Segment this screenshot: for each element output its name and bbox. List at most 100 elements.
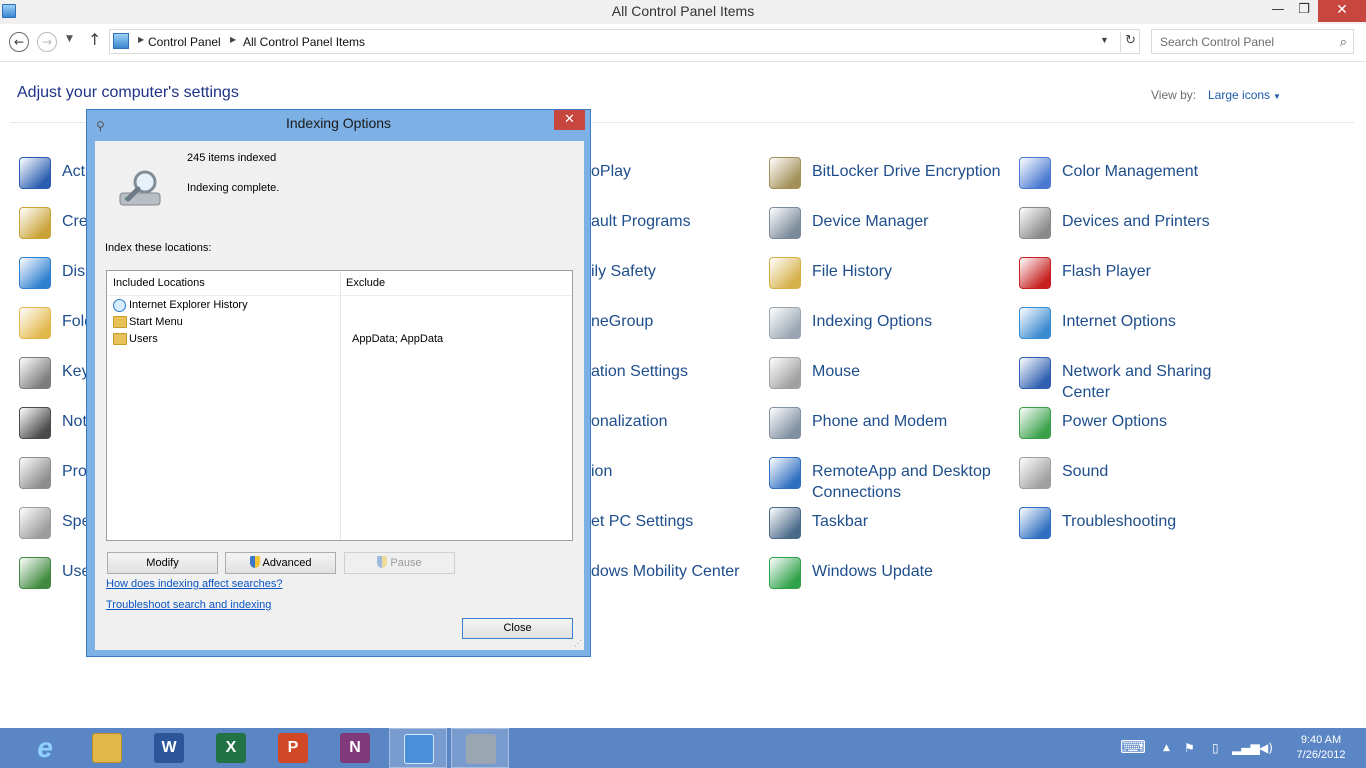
back-button[interactable]: ← (9, 32, 29, 52)
title-bar: All Control Panel Items — ❐ ✕ (0, 0, 1366, 24)
resize-grip[interactable]: ⋰ (574, 639, 582, 648)
volume-icon[interactable]: ◀) (1259, 728, 1273, 768)
folder-icon (92, 733, 122, 763)
taskbar-word[interactable]: W (140, 728, 198, 768)
control-panel-icon (404, 734, 434, 764)
folder-icon (113, 333, 127, 345)
breadcrumb-all-items[interactable]: All Control Panel Items (243, 35, 365, 49)
up-button[interactable]: ↑ (88, 30, 101, 49)
control-panel-icon (113, 33, 129, 49)
windows-update-icon (769, 557, 801, 589)
user-accounts-icon (19, 557, 51, 589)
indexing-status: Indexing complete. (187, 182, 280, 194)
taskbar-indexing-options[interactable] (451, 728, 509, 768)
keyboard-icon (19, 357, 51, 389)
troubleshoot-link[interactable]: Troubleshoot search and indexing (106, 599, 271, 611)
printer-icon (1019, 207, 1051, 239)
onenote-icon: N (340, 733, 370, 763)
refresh-button[interactable]: ↻ (1120, 32, 1140, 52)
credential-vault-icon (19, 207, 51, 239)
dialog-body: 245 items indexed Indexing complete. Ind… (95, 141, 584, 650)
navigation-bar: ← → ▼ ↑ ▶ Control Panel ▶ All Control Pa… (0, 24, 1366, 62)
address-bar[interactable]: ▶ Control Panel ▶ All Control Panel Item… (109, 29, 1140, 54)
taskbar-internet-explorer[interactable]: e (16, 728, 74, 768)
system-clock[interactable]: 9:40 AM 7/26/2012 (1282, 733, 1360, 763)
folder-options-icon (19, 307, 51, 339)
search-icon[interactable]: ⌕ (1340, 34, 1347, 50)
excel-icon: X (216, 733, 246, 763)
color-management-icon (1019, 157, 1051, 189)
internet-explorer-icon (113, 299, 126, 312)
breadcrumb-separator[interactable]: ▶ (138, 35, 144, 44)
folder-icon (113, 316, 127, 328)
remoteapp-icon (769, 457, 801, 489)
battery-icon[interactable]: ▯ (1212, 728, 1219, 768)
action-center-flag-icon[interactable]: ⚑ (1184, 728, 1195, 768)
column-header-exclude[interactable]: Exclude (346, 277, 385, 289)
magnifier-drive-icon (466, 734, 496, 764)
taskbar-excel[interactable]: X (202, 728, 260, 768)
show-hidden-icons-button[interactable]: ▲ (1163, 728, 1170, 768)
power-icon (1019, 407, 1051, 439)
maximize-button[interactable]: ❐ (1290, 0, 1318, 22)
close-dialog-button[interactable]: Close (462, 618, 573, 639)
column-header-included[interactable]: Included Locations (113, 277, 205, 289)
dialog-close-button[interactable]: ✕ (554, 110, 585, 130)
pause-button[interactable]: Pause (344, 552, 455, 574)
view-by-value: Large icons (1208, 88, 1271, 102)
programs-icon (19, 457, 51, 489)
modify-button[interactable]: Modify (107, 552, 218, 574)
magnifier-drive-icon (119, 170, 161, 206)
indexing-help-link[interactable]: How does indexing affect searches? (106, 578, 283, 590)
network-icon (1019, 357, 1051, 389)
breadcrumb-separator[interactable]: ▶ (230, 35, 236, 44)
file-history-icon (769, 257, 801, 289)
window-title: All Control Panel Items (611, 3, 755, 19)
display-icon (19, 257, 51, 289)
taskbar-onenote[interactable]: N (326, 728, 384, 768)
clock-time: 9:40 AM (1300, 734, 1342, 746)
taskbar-control-panel[interactable] (389, 728, 447, 768)
close-button[interactable]: ✕ (1318, 0, 1366, 22)
column-divider[interactable] (340, 271, 341, 540)
clock-date: 7/26/2012 (1296, 749, 1346, 761)
word-icon: W (154, 733, 184, 763)
troubleshooting-icon (1019, 507, 1051, 539)
flash-icon (1019, 257, 1051, 289)
advanced-button[interactable]: Advanced (225, 552, 336, 574)
breadcrumb-control-panel[interactable]: Control Panel (148, 35, 221, 49)
address-dropdown[interactable]: ▼ (1100, 35, 1109, 45)
view-by-label: View by: (1151, 88, 1197, 102)
indexing-options-dialog: ⚲ Indexing Options ✕ 245 items indexed I… (86, 109, 591, 657)
locations-list[interactable]: Included Locations Exclude Internet Expl… (106, 270, 573, 541)
network-icon[interactable]: ▂▄▆ (1232, 728, 1260, 768)
view-by-dropdown[interactable]: Large icons ▼ (1208, 88, 1281, 102)
forward-button[interactable]: → (37, 32, 57, 52)
index-locations-label: Index these locations: (105, 242, 212, 254)
taskbar-powerpoint[interactable]: P (264, 728, 322, 768)
dialog-title: Indexing Options (285, 115, 392, 131)
indexing-icon (769, 307, 801, 339)
flag-icon (19, 157, 51, 189)
bitlocker-icon (769, 157, 801, 189)
speaker-icon (1019, 457, 1051, 489)
internet-explorer-icon: e (37, 732, 53, 763)
notification-icon (19, 407, 51, 439)
taskbar: e W X P N ⌨ ▲ ⚑ ▯ ▂▄▆ ◀) 9:40 AM 7/26/20… (0, 728, 1366, 768)
taskbar-file-explorer[interactable] (78, 728, 136, 768)
taskbar-icon (769, 507, 801, 539)
page-title: Adjust your computer's settings (17, 84, 239, 101)
shield-icon (249, 556, 260, 568)
keyboard-icon[interactable]: ⌨ (1120, 728, 1146, 768)
shield-icon (377, 556, 388, 568)
items-indexed-count: 245 items indexed (187, 152, 277, 164)
microphone-icon (19, 507, 51, 539)
internet-options-icon (1019, 307, 1051, 339)
recent-locations-dropdown[interactable]: ▼ (66, 34, 73, 44)
search-placeholder: Search Control Panel (1160, 35, 1275, 49)
mouse-icon (769, 357, 801, 389)
phone-icon (769, 407, 801, 439)
minimize-button[interactable]: — (1264, 0, 1292, 22)
search-input[interactable]: Search Control Panel ⌕ (1151, 29, 1354, 54)
device-manager-icon (769, 207, 801, 239)
